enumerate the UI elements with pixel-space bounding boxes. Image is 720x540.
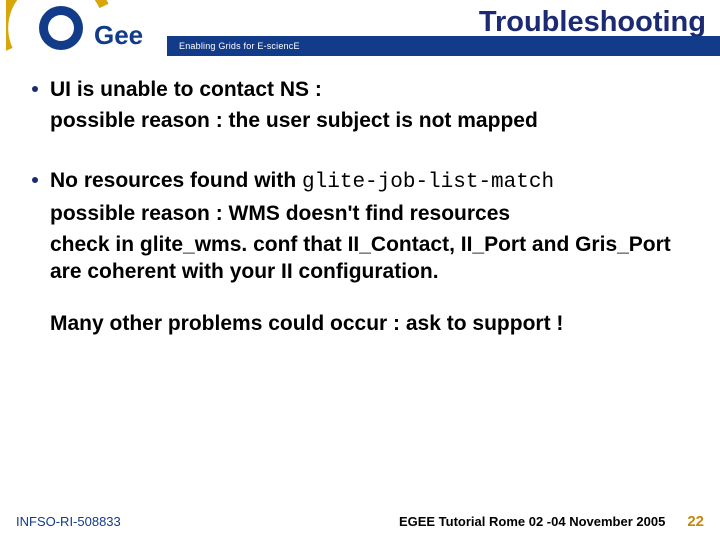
footer-right: EGEE Tutorial Rome 02 -04 November 2005 … [399,513,704,530]
slide-content: UI is unable to contact NS : possible re… [18,76,698,337]
bullet-2-line2: possible reason : WMS doesn't find resou… [50,200,698,227]
bullet-2-code: glite-job-list-match [302,171,554,194]
bullet-2-line3: check in glite_wms. conf that II_Contact… [50,231,698,286]
slide-title: Troubleshooting [479,6,706,39]
egee-logo: Gee [6,0,171,60]
closing-text: Many other problems could occur : ask to… [50,310,698,337]
bullet-icon [32,86,38,92]
footer-left: INFSO-RI-508833 [16,514,121,529]
tagline: Enabling Grids for E-sciencE [179,41,300,51]
footer: INFSO-RI-508833 EGEE Tutorial Rome 02 -0… [0,513,720,530]
bullet-icon [32,177,38,183]
bullet-2-prefix: No resources found with [50,169,302,192]
footer-mid: EGEE Tutorial Rome 02 -04 November 2005 [399,514,665,529]
bullet-1-line1: UI is unable to contact NS : [50,76,322,103]
bullet-1: UI is unable to contact NS : [18,76,698,103]
svg-text:Gee: Gee [94,20,143,50]
slide: Gee Troubleshooting Enabling Grids for E… [0,0,720,540]
bullet-2: No resources found with glite-job-list-m… [18,167,698,196]
slide-number: 22 [687,513,704,530]
header-bar: Enabling Grids for E-sciencE [167,36,720,56]
bullet-2-line1: No resources found with glite-job-list-m… [50,167,554,196]
bullet-1-line2: possible reason : the user subject is no… [50,107,698,134]
